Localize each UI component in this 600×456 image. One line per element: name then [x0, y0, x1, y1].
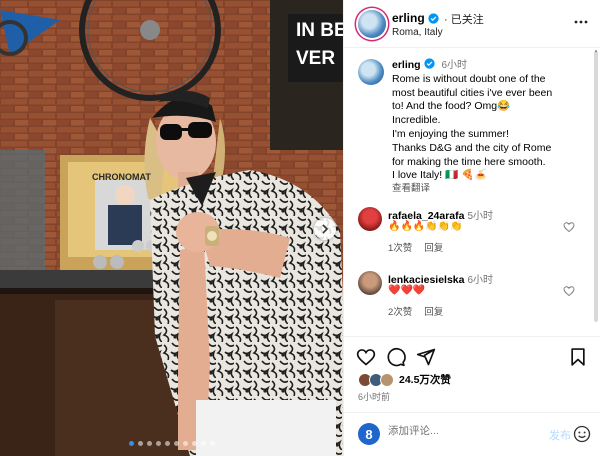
chevron-right-icon [322, 224, 329, 234]
commenter-username[interactable]: rafaela_24arafa 5小时 [388, 207, 493, 222]
comment-meta: 1次赞 回复 [388, 240, 443, 254]
shop-sign-line-2: VER [296, 48, 335, 69]
caption-line: Incredible. [392, 114, 441, 127]
current-user-avatar[interactable]: 8 [358, 423, 380, 445]
caption-line: for making the time here smooth. [392, 155, 546, 168]
carousel-dot [128, 441, 134, 446]
verified-badge-icon [428, 12, 439, 24]
next-photo-button[interactable] [314, 218, 336, 240]
comment-time: 6小时 [467, 275, 494, 286]
liker-avatar [380, 372, 394, 387]
comment-reply-button[interactable]: 回复 [424, 304, 443, 318]
carousel-indicator [0, 441, 343, 446]
comment-item: rafaela_24arafa 5小时 🔥🔥🔥👏👏👏 1次赞 回复 [344, 207, 600, 267]
post-side-panel: erling · 已关注 Roma, Italy erling 6小时 Rome… [343, 0, 600, 456]
heart-icon[interactable] [356, 347, 376, 367]
comments-section[interactable]: erling 6小时 Rome is without doubt one of … [344, 49, 600, 335]
post-header: erling · 已关注 Roma, Italy [344, 0, 600, 48]
carousel-dot [164, 441, 170, 446]
comments-scrollbar[interactable] [594, 52, 598, 322]
follow-status[interactable]: · 已关注 [444, 11, 484, 27]
commenter-username[interactable]: lenkaciesielska 6小时 [388, 271, 493, 286]
post-location[interactable]: Roma, Italy [392, 27, 443, 38]
post-photo[interactable]: IN BE VER CHRONOMAT [0, 0, 343, 456]
caption-author-avatar[interactable] [358, 59, 384, 85]
comment-like-count[interactable]: 2次赞 [388, 304, 412, 318]
author-username-wrap: erling [392, 11, 439, 25]
see-translation-link[interactable]: 查看翻译 [392, 180, 430, 194]
carousel-dot [191, 441, 197, 446]
author-username[interactable]: erling [392, 11, 425, 25]
likes-count[interactable]: 24.5万次赞 [399, 372, 451, 387]
comment-reply-button[interactable]: 回复 [424, 240, 443, 254]
comment-composer: 8 发布 [344, 412, 600, 456]
emoji-icon[interactable] [573, 425, 591, 443]
comment-icon[interactable] [386, 347, 406, 367]
caption-line: I'm enjoying the summer! [392, 127, 509, 140]
post-actions [344, 336, 600, 374]
carousel-dot [182, 441, 188, 446]
bookmark-icon[interactable] [568, 347, 588, 367]
post-comment-button[interactable]: 发布 [549, 427, 571, 443]
author-avatar[interactable] [358, 10, 386, 38]
comment-meta: 2次赞 回复 [388, 304, 443, 318]
caption-line: Rome is without doubt one of the [392, 72, 546, 85]
carousel-dot [173, 441, 179, 446]
display-label: CHRONOMAT [92, 172, 151, 182]
carousel-dot [146, 441, 152, 446]
carousel-dot [209, 441, 215, 446]
shop-sign-line-1: IN BE [296, 20, 343, 41]
comment-item: lenkaciesielska 6小时 ❤️❤️❤️ 2次赞 回复 [344, 271, 600, 331]
more-options-icon[interactable] [573, 14, 589, 30]
heart-icon[interactable] [563, 221, 575, 233]
comment-time: 5小时 [467, 211, 494, 222]
post-timestamp: 6小时前 [358, 392, 391, 402]
commenter-avatar[interactable] [358, 207, 382, 231]
comment-input[interactable] [388, 425, 538, 437]
likes-summary[interactable]: 24.5万次赞 [358, 372, 451, 387]
comment-like-count[interactable]: 1次赞 [388, 240, 412, 254]
caption-line: to! And the food? Omg😂 [392, 100, 511, 113]
caption-time: 6小时 [441, 60, 467, 71]
caption-line: most beautiful cities i've ever been [392, 86, 553, 99]
instagram-post-modal: IN BE VER CHRONOMAT erling · 已关注 Roma, I… [0, 0, 600, 456]
carousel-dot [155, 441, 161, 446]
post-caption: erling 6小时 Rome is without doubt one of … [392, 58, 592, 183]
caption-username[interactable]: erling [392, 59, 421, 71]
heart-icon[interactable] [563, 285, 575, 297]
carousel-dot [200, 441, 206, 446]
caption-line: Thanks D&G and the city of Rome [392, 141, 552, 154]
comment-text: 🔥🔥🔥👏👏👏 [388, 221, 463, 232]
verified-badge-icon [423, 58, 435, 69]
commenter-avatar[interactable] [358, 271, 382, 295]
photo-scene: IN BE VER CHRONOMAT [0, 0, 343, 456]
comment-text: ❤️❤️❤️ [388, 285, 426, 296]
share-icon[interactable] [416, 347, 436, 367]
carousel-dot [137, 441, 143, 446]
